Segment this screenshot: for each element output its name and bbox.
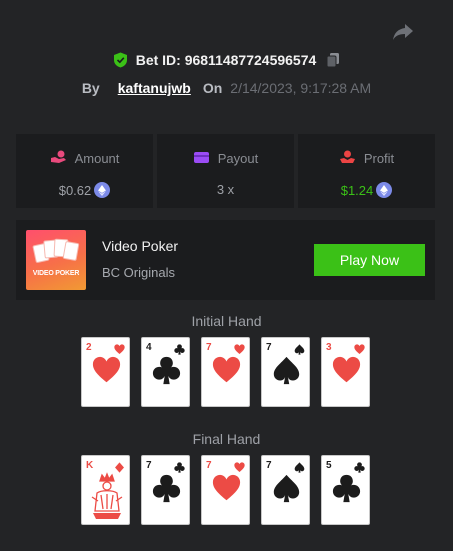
- verified-shield-icon: [113, 52, 128, 68]
- clubs-icon: [332, 474, 361, 503]
- stat-value: $0.62: [58, 182, 92, 198]
- card-rank: 4: [146, 342, 152, 353]
- hearts-icon: [212, 356, 241, 383]
- bet-id: Bet ID: 96811487724596574: [135, 52, 317, 68]
- spades-icon: [294, 344, 305, 355]
- playing-card-7-of-spades: 7: [261, 455, 310, 525]
- hearts-small-icon: [354, 342, 365, 354]
- diamonds-small-icon: [114, 460, 125, 473]
- stat-payout: Payout 3 x: [157, 134, 294, 208]
- initial-hand-title: Initial Hand: [191, 313, 262, 329]
- stat-value: $1.24: [340, 182, 374, 198]
- game-subtitle: BC Originals: [102, 265, 175, 280]
- card-rank: 7: [146, 460, 152, 471]
- video-poker-thumbnail[interactable]: VIDEO POKER: [26, 230, 86, 290]
- clubs-icon: [174, 344, 185, 355]
- card-rank: 3: [326, 342, 332, 353]
- bet-date: 2/14/2023, 9:17:28 AM: [230, 80, 372, 96]
- hearts-icon: [354, 344, 365, 354]
- stat-label: Amount: [74, 151, 120, 166]
- hearts-large-icon: [212, 474, 241, 503]
- playing-card-k-of-diamonds: K: [81, 455, 130, 525]
- final-hand-title: Final Hand: [192, 431, 261, 447]
- copy-icon[interactable]: [326, 52, 340, 68]
- bet-id-row: Bet ID: 96811487724596574: [0, 52, 453, 68]
- profit-hand-icon: [339, 150, 356, 167]
- playing-card-7-of-clubs: 7: [141, 455, 190, 525]
- final-hand: K 7 7 7 5: [81, 455, 370, 525]
- hearts-small-icon: [234, 342, 245, 354]
- on-label: On: [202, 80, 223, 96]
- bet-stats: Amount $0.62 Payout 3 x Profit $1.24: [16, 134, 435, 208]
- spades-small-icon: [294, 342, 305, 355]
- clubs-large-icon: [152, 356, 181, 385]
- spades-large-icon: [272, 474, 301, 503]
- money-hand-icon: [50, 150, 67, 167]
- clubs-large-icon: [152, 474, 181, 503]
- hearts-icon: [234, 462, 245, 472]
- clubs-small-icon: [174, 460, 185, 473]
- clubs-icon: [354, 462, 365, 473]
- game-card: VIDEO POKER Video Poker BC Originals Pla…: [16, 220, 435, 300]
- share-icon[interactable]: [391, 22, 415, 42]
- playing-card-4-of-clubs: 4: [141, 337, 190, 407]
- wallet-icon: [193, 150, 210, 167]
- game-title: Video Poker: [102, 238, 179, 254]
- spades-icon: [273, 474, 300, 503]
- card-rank: 7: [266, 460, 272, 471]
- playing-card-7-of-hearts: 7: [201, 455, 250, 525]
- card-rank: K: [86, 460, 94, 471]
- hearts-icon: [234, 344, 245, 354]
- hearts-large-icon: [92, 356, 121, 385]
- face-card-art: [88, 471, 126, 521]
- playing-card-5-of-clubs: 5: [321, 455, 370, 525]
- card-rank: 7: [206, 342, 212, 353]
- stat-amount: Amount $0.62: [16, 134, 153, 208]
- ethereum-icon: [94, 182, 111, 198]
- stat-label: Payout: [217, 151, 259, 166]
- hearts-icon: [212, 474, 241, 501]
- initial-hand: 2 4 7 7 3: [81, 337, 370, 407]
- spades-small-icon: [294, 460, 305, 473]
- playing-card-2-of-hearts: 2: [81, 337, 130, 407]
- clubs-icon: [152, 356, 181, 385]
- hearts-icon: [92, 356, 121, 383]
- stat-value: 3 x: [216, 182, 235, 197]
- thumbnail-text: VIDEO POKER: [32, 270, 80, 277]
- play-now-button[interactable]: Play Now: [314, 244, 425, 276]
- card-rank: 7: [206, 460, 212, 471]
- clubs-icon: [174, 462, 185, 473]
- playing-card-7-of-hearts: 7: [201, 337, 250, 407]
- card-rank: 5: [326, 460, 332, 471]
- username-link[interactable]: kaftanujwb: [118, 80, 191, 96]
- hearts-icon: [114, 344, 125, 354]
- hearts-icon: [332, 356, 361, 383]
- spades-icon: [294, 462, 305, 473]
- clubs-large-icon: [332, 474, 361, 503]
- king-face-icon: [91, 472, 123, 519]
- card-rank: 7: [266, 342, 272, 353]
- spades-large-icon: [272, 356, 301, 385]
- clubs-small-icon: [354, 460, 365, 473]
- card-rank: 2: [86, 342, 92, 353]
- playing-card-7-of-spades: 7: [261, 337, 310, 407]
- stat-label: Profit: [363, 151, 395, 166]
- stat-profit: Profit $1.24: [298, 134, 435, 208]
- hearts-small-icon: [114, 342, 125, 354]
- clubs-small-icon: [174, 342, 185, 355]
- hearts-small-icon: [234, 460, 245, 472]
- playing-card-3-of-hearts: 3: [321, 337, 370, 407]
- hearts-large-icon: [332, 356, 361, 385]
- by-label: By: [81, 80, 100, 96]
- ethereum-icon: [376, 182, 393, 198]
- hearts-large-icon: [212, 356, 241, 385]
- spades-icon: [273, 356, 300, 385]
- clubs-icon: [152, 474, 181, 503]
- bet-author-row: By kaftanujwb On 2/14/2023, 9:17:28 AM: [0, 80, 453, 96]
